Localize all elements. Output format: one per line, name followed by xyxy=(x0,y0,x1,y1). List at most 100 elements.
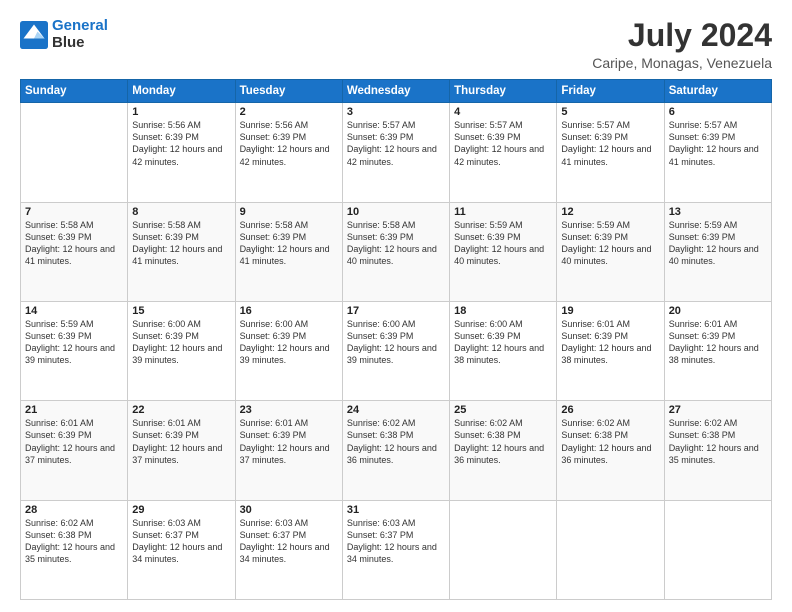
table-row: 9Sunrise: 5:58 AMSunset: 6:39 PMDaylight… xyxy=(235,202,342,301)
day-number: 8 xyxy=(132,206,230,218)
day-info: Sunrise: 6:03 AMSunset: 6:37 PMDaylight:… xyxy=(132,517,230,566)
day-info: Sunrise: 5:57 AMSunset: 6:39 PMDaylight:… xyxy=(561,119,659,168)
day-info: Sunrise: 6:01 AMSunset: 6:39 PMDaylight:… xyxy=(669,318,767,367)
table-row: 1Sunrise: 5:56 AMSunset: 6:39 PMDaylight… xyxy=(128,103,235,202)
calendar-week-row: 7Sunrise: 5:58 AMSunset: 6:39 PMDaylight… xyxy=(21,202,772,301)
day-info: Sunrise: 6:02 AMSunset: 6:38 PMDaylight:… xyxy=(561,417,659,466)
table-row: 11Sunrise: 5:59 AMSunset: 6:39 PMDayligh… xyxy=(450,202,557,301)
day-info: Sunrise: 6:02 AMSunset: 6:38 PMDaylight:… xyxy=(25,517,123,566)
day-number: 13 xyxy=(669,206,767,218)
table-row: 28Sunrise: 6:02 AMSunset: 6:38 PMDayligh… xyxy=(21,500,128,599)
day-number: 14 xyxy=(25,305,123,317)
logo: General Blue xyxy=(20,18,108,51)
day-info: Sunrise: 6:00 AMSunset: 6:39 PMDaylight:… xyxy=(347,318,445,367)
table-row: 25Sunrise: 6:02 AMSunset: 6:38 PMDayligh… xyxy=(450,401,557,500)
calendar-week-row: 21Sunrise: 6:01 AMSunset: 6:39 PMDayligh… xyxy=(21,401,772,500)
day-info: Sunrise: 5:59 AMSunset: 6:39 PMDaylight:… xyxy=(454,219,552,268)
day-number: 30 xyxy=(240,504,338,516)
calendar-week-row: 28Sunrise: 6:02 AMSunset: 6:38 PMDayligh… xyxy=(21,500,772,599)
day-info: Sunrise: 6:00 AMSunset: 6:39 PMDaylight:… xyxy=(454,318,552,367)
day-number: 16 xyxy=(240,305,338,317)
day-info: Sunrise: 5:57 AMSunset: 6:39 PMDaylight:… xyxy=(347,119,445,168)
day-number: 23 xyxy=(240,404,338,416)
day-number: 26 xyxy=(561,404,659,416)
day-number: 10 xyxy=(347,206,445,218)
location: Caripe, Monagas, Venezuela xyxy=(592,55,772,71)
day-info: Sunrise: 5:57 AMSunset: 6:39 PMDaylight:… xyxy=(669,119,767,168)
table-row: 29Sunrise: 6:03 AMSunset: 6:37 PMDayligh… xyxy=(128,500,235,599)
day-info: Sunrise: 6:01 AMSunset: 6:39 PMDaylight:… xyxy=(561,318,659,367)
logo-icon xyxy=(20,21,48,49)
day-number: 15 xyxy=(132,305,230,317)
calendar-table: Sunday Monday Tuesday Wednesday Thursday… xyxy=(20,79,772,600)
day-info: Sunrise: 6:02 AMSunset: 6:38 PMDaylight:… xyxy=(454,417,552,466)
table-row: 14Sunrise: 5:59 AMSunset: 6:39 PMDayligh… xyxy=(21,301,128,400)
day-info: Sunrise: 6:01 AMSunset: 6:39 PMDaylight:… xyxy=(240,417,338,466)
day-number: 2 xyxy=(240,106,338,118)
day-number: 22 xyxy=(132,404,230,416)
table-row: 20Sunrise: 6:01 AMSunset: 6:39 PMDayligh… xyxy=(664,301,771,400)
col-saturday: Saturday xyxy=(664,80,771,103)
header: General Blue July 2024 Caripe, Monagas, … xyxy=(20,18,772,71)
table-row: 3Sunrise: 5:57 AMSunset: 6:39 PMDaylight… xyxy=(342,103,449,202)
table-row xyxy=(664,500,771,599)
day-number: 5 xyxy=(561,106,659,118)
table-row: 15Sunrise: 6:00 AMSunset: 6:39 PMDayligh… xyxy=(128,301,235,400)
table-row: 18Sunrise: 6:00 AMSunset: 6:39 PMDayligh… xyxy=(450,301,557,400)
calendar-week-row: 1Sunrise: 5:56 AMSunset: 6:39 PMDaylight… xyxy=(21,103,772,202)
day-number: 19 xyxy=(561,305,659,317)
day-number: 3 xyxy=(347,106,445,118)
day-info: Sunrise: 5:58 AMSunset: 6:39 PMDaylight:… xyxy=(347,219,445,268)
table-row: 23Sunrise: 6:01 AMSunset: 6:39 PMDayligh… xyxy=(235,401,342,500)
table-row: 7Sunrise: 5:58 AMSunset: 6:39 PMDaylight… xyxy=(21,202,128,301)
table-row: 12Sunrise: 5:59 AMSunset: 6:39 PMDayligh… xyxy=(557,202,664,301)
day-info: Sunrise: 5:57 AMSunset: 6:39 PMDaylight:… xyxy=(454,119,552,168)
table-row: 8Sunrise: 5:58 AMSunset: 6:39 PMDaylight… xyxy=(128,202,235,301)
month-year: July 2024 xyxy=(592,18,772,53)
day-info: Sunrise: 5:59 AMSunset: 6:39 PMDaylight:… xyxy=(561,219,659,268)
day-number: 24 xyxy=(347,404,445,416)
day-info: Sunrise: 6:00 AMSunset: 6:39 PMDaylight:… xyxy=(132,318,230,367)
table-row: 26Sunrise: 6:02 AMSunset: 6:38 PMDayligh… xyxy=(557,401,664,500)
day-number: 18 xyxy=(454,305,552,317)
col-wednesday: Wednesday xyxy=(342,80,449,103)
day-info: Sunrise: 5:59 AMSunset: 6:39 PMDaylight:… xyxy=(669,219,767,268)
day-info: Sunrise: 5:56 AMSunset: 6:39 PMDaylight:… xyxy=(132,119,230,168)
day-number: 11 xyxy=(454,206,552,218)
table-row: 31Sunrise: 6:03 AMSunset: 6:37 PMDayligh… xyxy=(342,500,449,599)
col-monday: Monday xyxy=(128,80,235,103)
day-info: Sunrise: 6:02 AMSunset: 6:38 PMDaylight:… xyxy=(669,417,767,466)
day-info: Sunrise: 6:03 AMSunset: 6:37 PMDaylight:… xyxy=(347,517,445,566)
day-info: Sunrise: 5:58 AMSunset: 6:39 PMDaylight:… xyxy=(240,219,338,268)
table-row: 4Sunrise: 5:57 AMSunset: 6:39 PMDaylight… xyxy=(450,103,557,202)
day-info: Sunrise: 5:56 AMSunset: 6:39 PMDaylight:… xyxy=(240,119,338,168)
day-number: 1 xyxy=(132,106,230,118)
day-number: 9 xyxy=(240,206,338,218)
day-number: 7 xyxy=(25,206,123,218)
table-row: 19Sunrise: 6:01 AMSunset: 6:39 PMDayligh… xyxy=(557,301,664,400)
table-row: 17Sunrise: 6:00 AMSunset: 6:39 PMDayligh… xyxy=(342,301,449,400)
col-friday: Friday xyxy=(557,80,664,103)
logo-line2: Blue xyxy=(52,35,108,52)
day-info: Sunrise: 5:59 AMSunset: 6:39 PMDaylight:… xyxy=(25,318,123,367)
day-number: 31 xyxy=(347,504,445,516)
day-info: Sunrise: 6:01 AMSunset: 6:39 PMDaylight:… xyxy=(25,417,123,466)
day-number: 4 xyxy=(454,106,552,118)
day-info: Sunrise: 6:03 AMSunset: 6:37 PMDaylight:… xyxy=(240,517,338,566)
calendar-week-row: 14Sunrise: 5:59 AMSunset: 6:39 PMDayligh… xyxy=(21,301,772,400)
col-sunday: Sunday xyxy=(21,80,128,103)
title-block: July 2024 Caripe, Monagas, Venezuela xyxy=(592,18,772,71)
table-row: 22Sunrise: 6:01 AMSunset: 6:39 PMDayligh… xyxy=(128,401,235,500)
col-thursday: Thursday xyxy=(450,80,557,103)
calendar-header-row: Sunday Monday Tuesday Wednesday Thursday… xyxy=(21,80,772,103)
day-info: Sunrise: 5:58 AMSunset: 6:39 PMDaylight:… xyxy=(25,219,123,268)
table-row: 16Sunrise: 6:00 AMSunset: 6:39 PMDayligh… xyxy=(235,301,342,400)
page: General Blue July 2024 Caripe, Monagas, … xyxy=(0,0,792,612)
logo-line1: General xyxy=(52,17,108,34)
table-row: 5Sunrise: 5:57 AMSunset: 6:39 PMDaylight… xyxy=(557,103,664,202)
table-row xyxy=(450,500,557,599)
day-number: 20 xyxy=(669,305,767,317)
day-number: 25 xyxy=(454,404,552,416)
day-number: 21 xyxy=(25,404,123,416)
table-row: 24Sunrise: 6:02 AMSunset: 6:38 PMDayligh… xyxy=(342,401,449,500)
